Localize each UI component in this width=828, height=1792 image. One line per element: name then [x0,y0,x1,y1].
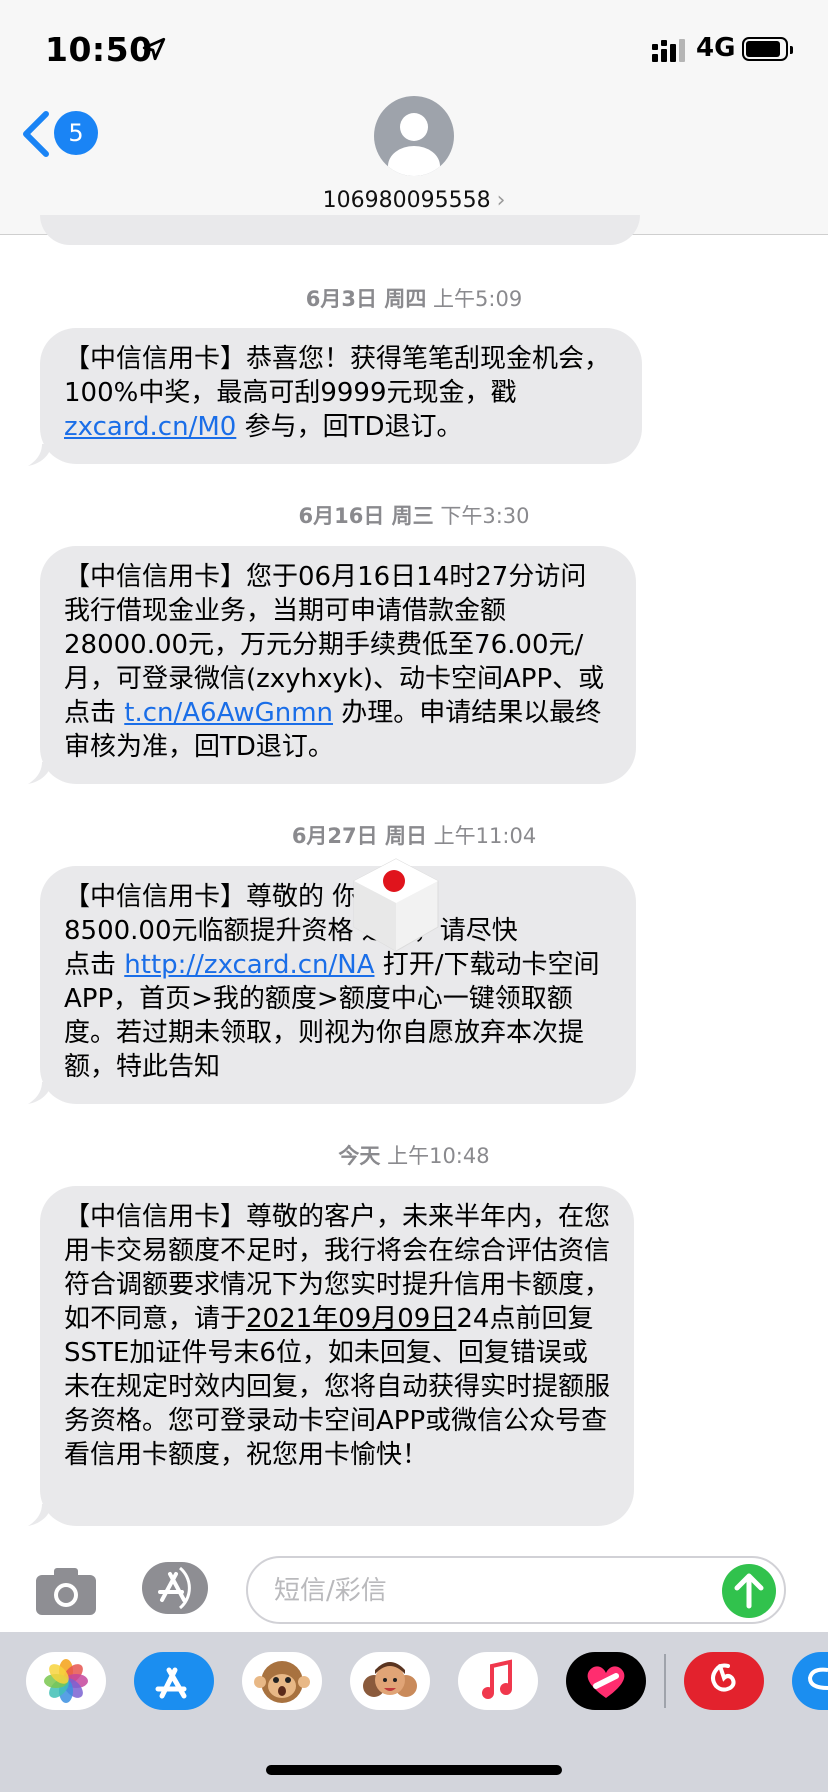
drawer-divider [664,1654,666,1708]
chevron-right-icon: › [496,188,506,213]
dice-sticker-icon [353,858,439,952]
timestamp-time: 上午11:04 [433,824,537,848]
contact-number: 106980095558 [322,188,491,213]
message-input[interactable] [272,1568,696,1614]
digital-touch-app-button[interactable] [566,1652,646,1710]
timestamp-date: 今天 [338,1144,381,1168]
music-icon [482,1659,512,1699]
message-timestamp: 6月3日 周四 上午5:09 [0,283,828,313]
camera-button[interactable] [34,1565,98,1617]
location-arrow-icon [142,37,166,61]
photos-app-button[interactable] [26,1652,106,1710]
digital-touch-icon [587,1666,625,1698]
message-link[interactable]: http://zxcard.cn/NA [124,950,374,980]
send-button[interactable] [722,1564,776,1618]
network-type: 4G [696,33,736,63]
animoji-app-button[interactable] [242,1652,322,1710]
person-icon [388,113,440,176]
partial-app-icon [807,1667,828,1690]
timestamp-date: 6月27日 周日 [291,824,427,848]
unread-count-badge: 5 [54,111,98,155]
previous-message-bubble [40,215,640,245]
message-bubble[interactable]: 【中信信用卡】尊敬的 你的 8500.00元临额提升资格 过期，请尽快 点击 h… [40,866,636,1104]
message-text: 参与，回TD退订。 [236,412,463,442]
timestamp-date: 6月3日 周四 [305,287,427,311]
message-date-underlined[interactable]: 2021年09月09日 [246,1304,456,1334]
timestamp-date: 6月16日 周三 [298,504,434,528]
message-link[interactable]: zxcard.cn/M0 [64,412,236,442]
status-time: 10:50 [45,30,153,69]
memoji-app-button[interactable] [350,1652,430,1710]
message-bubble[interactable]: 【中信信用卡】恭喜您！获得笔笔刮现金机会，100%中奖，最高可刮9999元现金，… [40,328,642,464]
app-store-app-button[interactable] [134,1652,214,1710]
back-button[interactable]: 5 [20,106,100,162]
battery-nub [790,46,793,54]
music-app-button[interactable] [458,1652,538,1710]
battery-fill [746,41,780,57]
cellular-signal-icon [652,39,685,62]
contact-avatar[interactable] [374,96,454,176]
message-timestamp: 6月27日 周日 上午11:04 [0,820,828,850]
animoji-icon [254,1661,310,1703]
partial-app-button[interactable] [792,1652,828,1710]
contact-name[interactable]: 106980095558 › [0,188,828,213]
photos-icon [44,1659,88,1703]
app-store-button[interactable] [140,1560,212,1616]
netease-music-app-button[interactable] [684,1652,764,1710]
arrow-up-icon [734,1573,764,1609]
timestamp-time: 上午10:48 [387,1144,490,1168]
message-input-field[interactable] [246,1556,786,1624]
memoji-icon [363,1662,417,1697]
timestamp-time: 上午5:09 [433,287,523,311]
chevron-left-icon [23,111,49,157]
timestamp-time: 下午3:30 [440,504,530,528]
message-bubble[interactable]: 【中信信用卡】您于06月16日14时27分访问我行借现金业务，当期可申请借款金额… [40,546,636,784]
message-timestamp: 今天 上午10:48 [0,1140,828,1170]
app-drawer [0,1632,828,1792]
message-bubble[interactable]: 【中信信用卡】尊敬的客户，未来半年内，在您用卡交易额度不足时，我行将会在综合评估… [40,1186,634,1526]
status-bar: 10:50 4G [0,0,828,100]
message-link[interactable]: t.cn/A6AwGnmn [124,698,333,728]
message-timestamp: 6月16日 周三 下午3:30 [0,500,828,530]
battery-icon [742,37,793,61]
home-indicator[interactable] [266,1765,562,1775]
message-text: 【中信信用卡】恭喜您！获得笔笔刮现金机会，100%中奖，最高可刮9999元现金，… [64,344,611,408]
app-store-icon [155,1667,187,1699]
netease-music-icon [711,1663,736,1692]
